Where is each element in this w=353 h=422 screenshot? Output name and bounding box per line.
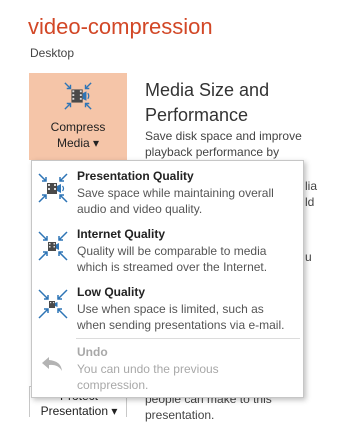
menu-item-description: You can undo the previous compression. xyxy=(77,362,219,392)
compress-media-label-line1: Compress xyxy=(50,120,106,134)
compress-media-label-line2: Media ▾ xyxy=(56,136,100,150)
low-quality-icon xyxy=(38,289,68,319)
internet-quality-icon xyxy=(38,231,68,261)
document-title: video-compression xyxy=(28,14,213,39)
undo-icon xyxy=(42,357,62,371)
menu-item-description: Use when space is limited, such as when … xyxy=(77,302,285,332)
background-text-fragment: ld xyxy=(305,195,315,209)
protect-presentation-label-line2: Presentation ▾ xyxy=(40,404,118,418)
menu-item-low-quality[interactable]: Low Quality Use when space is limited, s… xyxy=(32,285,303,337)
presentation-quality-icon xyxy=(38,173,68,203)
menu-item-presentation-quality[interactable]: Presentation Quality Save space while ma… xyxy=(32,169,303,221)
menu-item-title: Internet Quality xyxy=(77,227,166,241)
menu-item-title: Presentation Quality xyxy=(77,169,194,183)
background-text-fragment: u xyxy=(305,250,312,264)
section-description: Save disk space and improve playback per… xyxy=(145,129,302,159)
menu-item-internet-quality[interactable]: Internet Quality Quality will be compara… xyxy=(32,227,303,279)
background-text-fragment: presentation. xyxy=(145,408,215,422)
background-text-fragment: lia xyxy=(305,179,318,193)
section-heading: Media Size and Performance xyxy=(145,80,270,125)
compress-media-dropdown: Presentation Quality Save space while ma… xyxy=(31,160,304,398)
menu-item-undo: Undo You can undo the previous compressi… xyxy=(32,345,303,397)
compress-media-button[interactable]: Compress Media ▾ xyxy=(29,73,127,160)
compress-media-icon xyxy=(64,82,92,110)
menu-separator xyxy=(76,338,300,339)
menu-item-description: Save space while maintaining overall aud… xyxy=(77,186,274,216)
menu-item-title: Undo xyxy=(77,345,108,359)
menu-item-description: Quality will be comparable to media whic… xyxy=(77,244,268,274)
menu-item-title: Low Quality xyxy=(77,285,146,299)
document-location: Desktop xyxy=(30,46,75,60)
